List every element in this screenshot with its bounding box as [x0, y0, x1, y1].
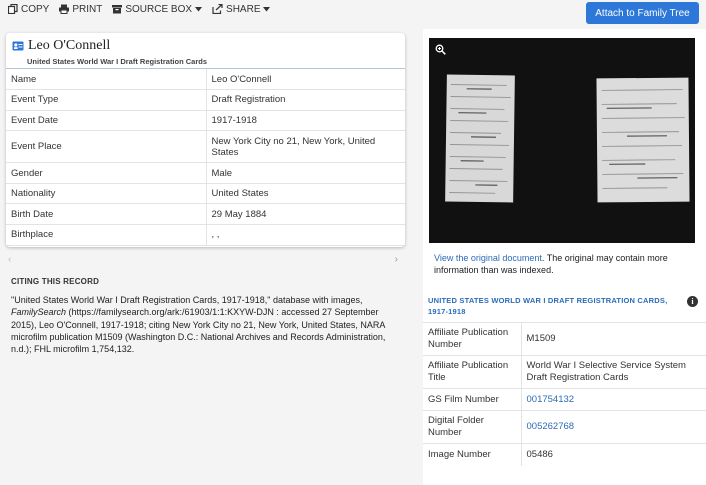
field-value: M1509 — [521, 322, 706, 356]
horizontal-scrollbar[interactable]: ‹ › — [8, 254, 398, 266]
share-button[interactable]: SHARE — [212, 3, 271, 15]
citation-site: FamilySearch — [11, 307, 67, 318]
citing-heading: CITING THIS RECORD — [11, 277, 100, 286]
table-row: Digital Folder Number 005262768 — [423, 410, 706, 444]
print-button[interactable]: PRINT — [59, 4, 102, 15]
field-label: Nationality — [6, 183, 207, 205]
toolbar: COPY PRINT SOURCE BOX SHARE — [8, 2, 271, 16]
field-value: 05486 — [521, 443, 706, 466]
table-row: Nationality United States — [6, 183, 405, 205]
print-label: PRINT — [72, 3, 103, 15]
field-label: Image Number — [423, 443, 522, 466]
field-value: , , — [206, 224, 405, 246]
page-scribble-back — [601, 89, 685, 189]
field-label: Event Place — [6, 130, 207, 164]
table-row: Gender Male — [6, 162, 405, 184]
table-row: Affiliate Publication Number M1509 — [423, 322, 706, 356]
field-label: Affiliate Publication Title — [423, 355, 522, 389]
collection-info-table: Affiliate Publication Number M1509 Affili… — [423, 322, 706, 466]
document-image-viewer[interactable] — [429, 38, 695, 243]
citation-text: "United States World War I Draft Registr… — [11, 294, 403, 355]
record-collection-title: United States World War I Draft Registra… — [27, 57, 208, 66]
document-page-back — [596, 77, 690, 203]
zoom-in-icon[interactable] — [435, 44, 446, 55]
field-label: Event Type — [6, 89, 207, 111]
source-box-button[interactable]: SOURCE BOX — [112, 3, 203, 15]
source-box-label: SOURCE BOX — [125, 3, 193, 15]
field-label: Digital Folder Number — [423, 410, 522, 444]
copy-label: COPY — [21, 3, 50, 15]
gs-film-number-link[interactable]: 001754132 — [527, 394, 575, 405]
table-row: GS Film Number 001754132 — [423, 388, 706, 411]
field-label: Name — [6, 69, 207, 91]
field-value: Male — [206, 162, 405, 184]
record-card: Leo O'Connell United States World War I … — [6, 33, 405, 247]
field-value: United States — [206, 183, 405, 205]
field-label: GS Film Number — [423, 388, 522, 411]
field-label: Affiliate Publication Number — [423, 322, 522, 356]
person-name: Leo O'Connell — [28, 38, 111, 53]
print-icon — [59, 4, 70, 14]
chevron-down-icon — [263, 6, 271, 11]
citation-part2: (https://familysearch.org/ark:/61903/1:1… — [11, 307, 386, 355]
field-label: Birth Date — [6, 203, 207, 226]
info-icon[interactable]: i — [687, 296, 698, 307]
copy-icon — [8, 4, 18, 14]
share-icon — [212, 4, 223, 14]
digital-folder-number-link[interactable]: 005262768 — [527, 421, 575, 432]
field-value: 29 May 1884 — [206, 203, 405, 226]
field-value: New York City no 21, New York, United St… — [206, 130, 405, 164]
table-row: Name Leo O'Connell — [6, 69, 405, 91]
record-header: Leo O'Connell United States World War I … — [6, 33, 405, 69]
source-box-icon — [112, 5, 123, 14]
collection-heading-link[interactable]: UNITED STATES WORLD WAR I DRAFT REGISTRA… — [428, 296, 678, 317]
table-row: Event Type Draft Registration — [6, 89, 405, 111]
field-value: World War I Selective Service System Dra… — [521, 355, 706, 389]
table-row: Birthplace, , — [6, 224, 405, 246]
field-value: Leo O'Connell — [206, 69, 405, 91]
field-value: Draft Registration — [206, 89, 405, 111]
field-label: Event Date — [6, 110, 207, 132]
field-value: 1917-1918 — [206, 110, 405, 132]
person-card-icon — [12, 41, 24, 51]
table-row: Affiliate Publication Title World War I S… — [423, 355, 706, 389]
page-scribble-front — [449, 84, 511, 194]
image-panel: View the original document. The original… — [423, 29, 706, 485]
chevron-down-icon — [195, 6, 203, 11]
table-row: Event Date 1917-1918 — [6, 110, 405, 132]
copy-button[interactable]: COPY — [8, 4, 49, 15]
chevron-right-icon[interactable]: › — [395, 254, 398, 265]
record-table: Name Leo O'Connell Event Type Draft Regist… — [6, 69, 405, 246]
citation-part1: "United States World War I Draft Registr… — [11, 295, 363, 305]
original-document-note: View the original document. The original… — [434, 252, 696, 276]
share-label: SHARE — [226, 3, 261, 15]
chevron-left-icon[interactable]: ‹ — [8, 254, 11, 265]
field-label: Gender — [6, 162, 207, 184]
field-label: Birthplace — [6, 224, 207, 246]
attach-to-family-tree-button[interactable]: Attach to Family Tree — [586, 2, 699, 24]
table-row: Image Number 05486 — [423, 443, 706, 466]
table-row: Birth Date 29 May 1884 — [6, 203, 405, 226]
view-original-link[interactable]: View the original document — [434, 253, 542, 263]
document-page-front — [445, 74, 515, 203]
table-row: Event Place New York City no 21, New York… — [6, 130, 405, 164]
